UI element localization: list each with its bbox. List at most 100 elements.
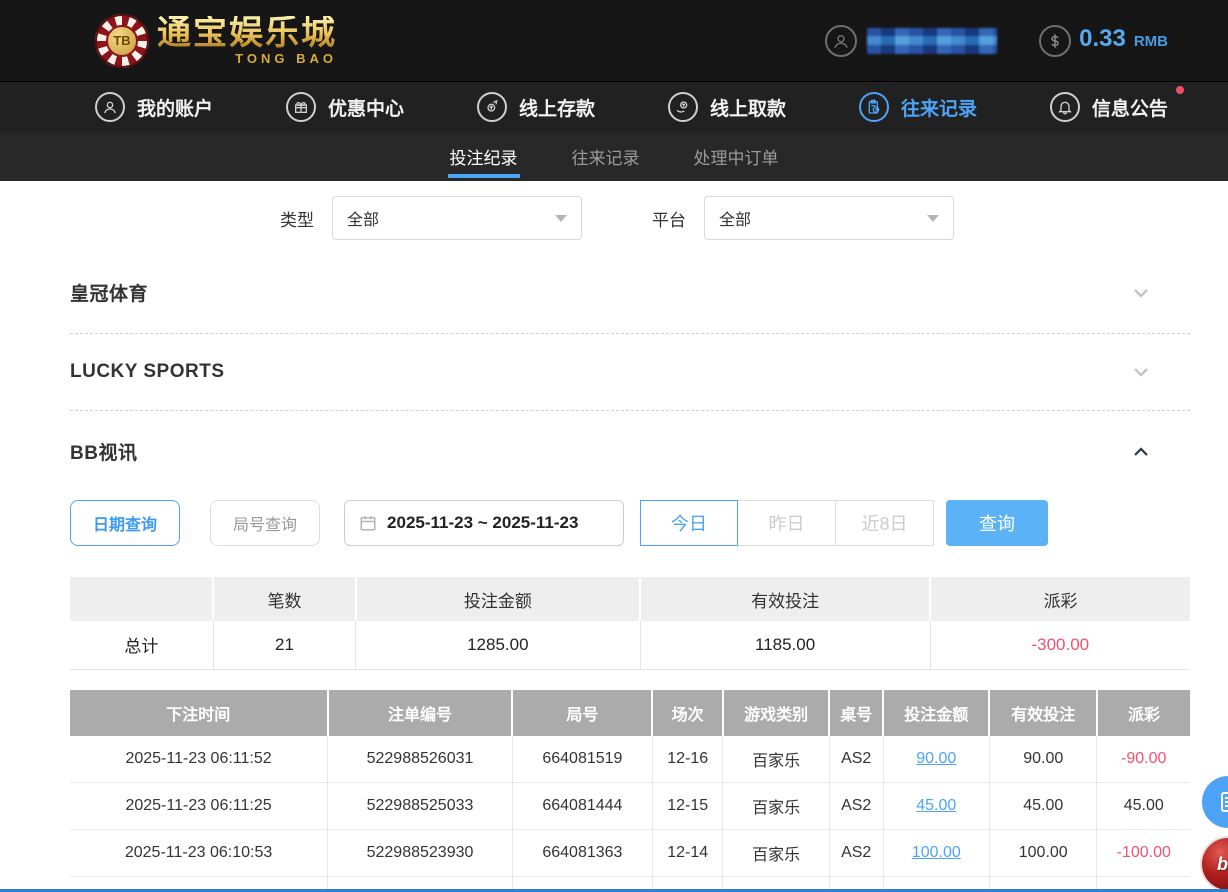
- gift-icon: [286, 92, 316, 122]
- user-account[interactable]: [825, 25, 997, 57]
- payout-cell: 45.00: [1097, 783, 1190, 830]
- top-bar: TB 通宝娱乐城 TONG BAO: [0, 0, 1228, 81]
- type-filter-select[interactable]: 全部: [332, 196, 582, 240]
- bell-icon: [1050, 92, 1080, 122]
- quick-date-group: 今日 昨日 近8日: [640, 500, 934, 546]
- game-type-cell: 百家乐: [723, 830, 829, 877]
- type-filter-label: 类型: [280, 206, 314, 231]
- nav-label: 往来记录: [901, 94, 977, 121]
- chevron-down-icon: [1132, 284, 1150, 302]
- order-id-cell: 522988523930: [328, 830, 513, 877]
- summary-header: 派彩: [930, 577, 1190, 621]
- nav-deposit[interactable]: 线上存款: [477, 92, 595, 122]
- bet-time-cell: 2025-11-23 06:11:52: [70, 736, 328, 783]
- section-lucky-sports[interactable]: LUCKY SPORTS: [70, 334, 1190, 411]
- valid-bet-cell: 90.00: [989, 736, 1097, 783]
- table-row: 2025-11-23 06:11:25 522988525033 6640814…: [70, 783, 1190, 830]
- platform-filter-label: 平台: [652, 206, 686, 231]
- bet-amount-link[interactable]: 100.00: [912, 844, 961, 861]
- col-header: 桌号: [829, 690, 883, 736]
- platform-filter-select[interactable]: 全部: [704, 196, 954, 240]
- round-id-cell: 664081363: [512, 830, 652, 877]
- account-icon: [95, 92, 125, 122]
- round-id-cell: 664081519: [512, 736, 652, 783]
- type-filter-value: 全部: [347, 206, 379, 230]
- caret-down-icon: [927, 215, 939, 222]
- nav-transaction-records[interactable]: 往来记录: [859, 92, 977, 122]
- deposit-icon: [477, 92, 507, 122]
- user-icon: [825, 25, 857, 57]
- summary-bet-amount: 1285.00: [356, 621, 640, 669]
- session-cell: 12-15: [652, 783, 723, 830]
- summary-header: 投注金额: [356, 577, 640, 621]
- sub-tabs: 投注纪录 往来记录 处理中订单: [0, 132, 1228, 181]
- bet-records-table: 下注时间 注单编号 局号 场次 游戏类别 桌号 投注金额 有效投注 派彩 202…: [70, 690, 1190, 892]
- yesterday-button[interactable]: 昨日: [738, 500, 836, 546]
- withdraw-icon: [668, 92, 698, 122]
- tab-bet-records[interactable]: 投注纪录: [448, 132, 520, 181]
- tab-pending-orders[interactable]: 处理中订单: [692, 132, 781, 181]
- bet-time-cell: 2025-11-23 06:10:53: [70, 830, 328, 877]
- balance-currency: RMB: [1134, 33, 1168, 50]
- col-header: 投注金额: [883, 690, 989, 736]
- nav-label: 线上存款: [519, 94, 595, 121]
- table-row: 2025-11-23 06:11:52 522988526031 6640815…: [70, 736, 1190, 783]
- nav-my-account[interactable]: 我的账户: [95, 92, 213, 122]
- round-id-cell: 664081444: [512, 783, 652, 830]
- game-type-cell: 百家乐: [723, 783, 829, 830]
- round-query-button[interactable]: 局号查询: [210, 500, 320, 546]
- nav-announcements[interactable]: 信息公告: [1050, 92, 1168, 122]
- brand-logo[interactable]: TB 通宝娱乐城 TONG BAO: [95, 14, 337, 68]
- section-title: BB视讯: [70, 438, 137, 465]
- balance[interactable]: 0.33 RMB: [1039, 25, 1168, 57]
- nav-withdraw[interactable]: 线上取款: [668, 92, 786, 122]
- last-8-days-button[interactable]: 近8日: [836, 500, 934, 546]
- nav-promotions[interactable]: 优惠中心: [286, 92, 404, 122]
- bet-time-cell: 2025-11-23 06:11:25: [70, 783, 328, 830]
- summary-header: [70, 577, 213, 621]
- nav-label: 优惠中心: [328, 94, 404, 121]
- notification-dot: [1176, 86, 1184, 94]
- nav-label: 线上取款: [710, 94, 786, 121]
- summary-payout: -300.00: [930, 621, 1190, 669]
- summary-count: 21: [213, 621, 355, 669]
- casino-chip-icon: TB: [95, 14, 149, 68]
- table-no-cell: AS2: [829, 830, 883, 877]
- table-row: 2025-11-23 06:10:53 522988523930 6640813…: [70, 830, 1190, 877]
- game-type-cell: 百家乐: [723, 736, 829, 783]
- filter-row: 类型 全部 平台 全部: [70, 181, 1190, 252]
- brand-title: 通宝娱乐城: [157, 16, 337, 50]
- col-header: 注单编号: [328, 690, 513, 736]
- chip-label: TB: [106, 25, 138, 57]
- nav-label: 信息公告: [1092, 94, 1168, 121]
- bet-amount-link[interactable]: 45.00: [916, 797, 956, 814]
- section-crown-sports[interactable]: 皇冠体育: [70, 252, 1190, 334]
- date-range-picker[interactable]: 2025-11-23 ~ 2025-11-23: [344, 500, 624, 546]
- valid-bet-cell: 100.00: [989, 830, 1097, 877]
- order-id-cell: 522988525033: [328, 783, 513, 830]
- today-button[interactable]: 今日: [640, 500, 738, 546]
- section-bb-video[interactable]: BB视讯: [70, 411, 1190, 492]
- content: 类型 全部 平台 全部 皇冠体育 LUCKY SPORTS: [0, 181, 1228, 892]
- nav-label: 我的账户: [137, 94, 213, 121]
- chevron-down-icon: [1132, 363, 1150, 381]
- session-cell: 12-16: [652, 736, 723, 783]
- tab-transaction-records[interactable]: 往来记录: [570, 132, 642, 181]
- search-button[interactable]: 查询: [946, 500, 1048, 546]
- table-header-row: 下注时间 注单编号 局号 场次 游戏类别 桌号 投注金额 有效投注 派彩: [70, 690, 1190, 736]
- form-icon: [1216, 790, 1228, 814]
- col-header: 游戏类别: [723, 690, 829, 736]
- date-range-value: 2025-11-23 ~ 2025-11-23: [387, 513, 578, 533]
- section-title: 皇冠体育: [70, 279, 148, 306]
- col-header: 有效投注: [989, 690, 1097, 736]
- summary-table: 笔数 投注金额 有效投注 派彩 总计 21 1285.00 1185.00 -3…: [70, 577, 1190, 670]
- summary-total-label: 总计: [70, 621, 213, 669]
- page: TB 通宝娱乐城 TONG BAO: [0, 0, 1228, 892]
- date-query-button[interactable]: 日期查询: [70, 500, 180, 546]
- payout-cell: -90.00: [1097, 736, 1190, 783]
- bet-amount-link[interactable]: 90.00: [916, 750, 956, 767]
- summary-header-row: 笔数 投注金额 有效投注 派彩: [70, 577, 1190, 621]
- dollar-icon: [1039, 25, 1071, 57]
- col-header: 场次: [652, 690, 723, 736]
- caret-down-icon: [555, 215, 567, 222]
